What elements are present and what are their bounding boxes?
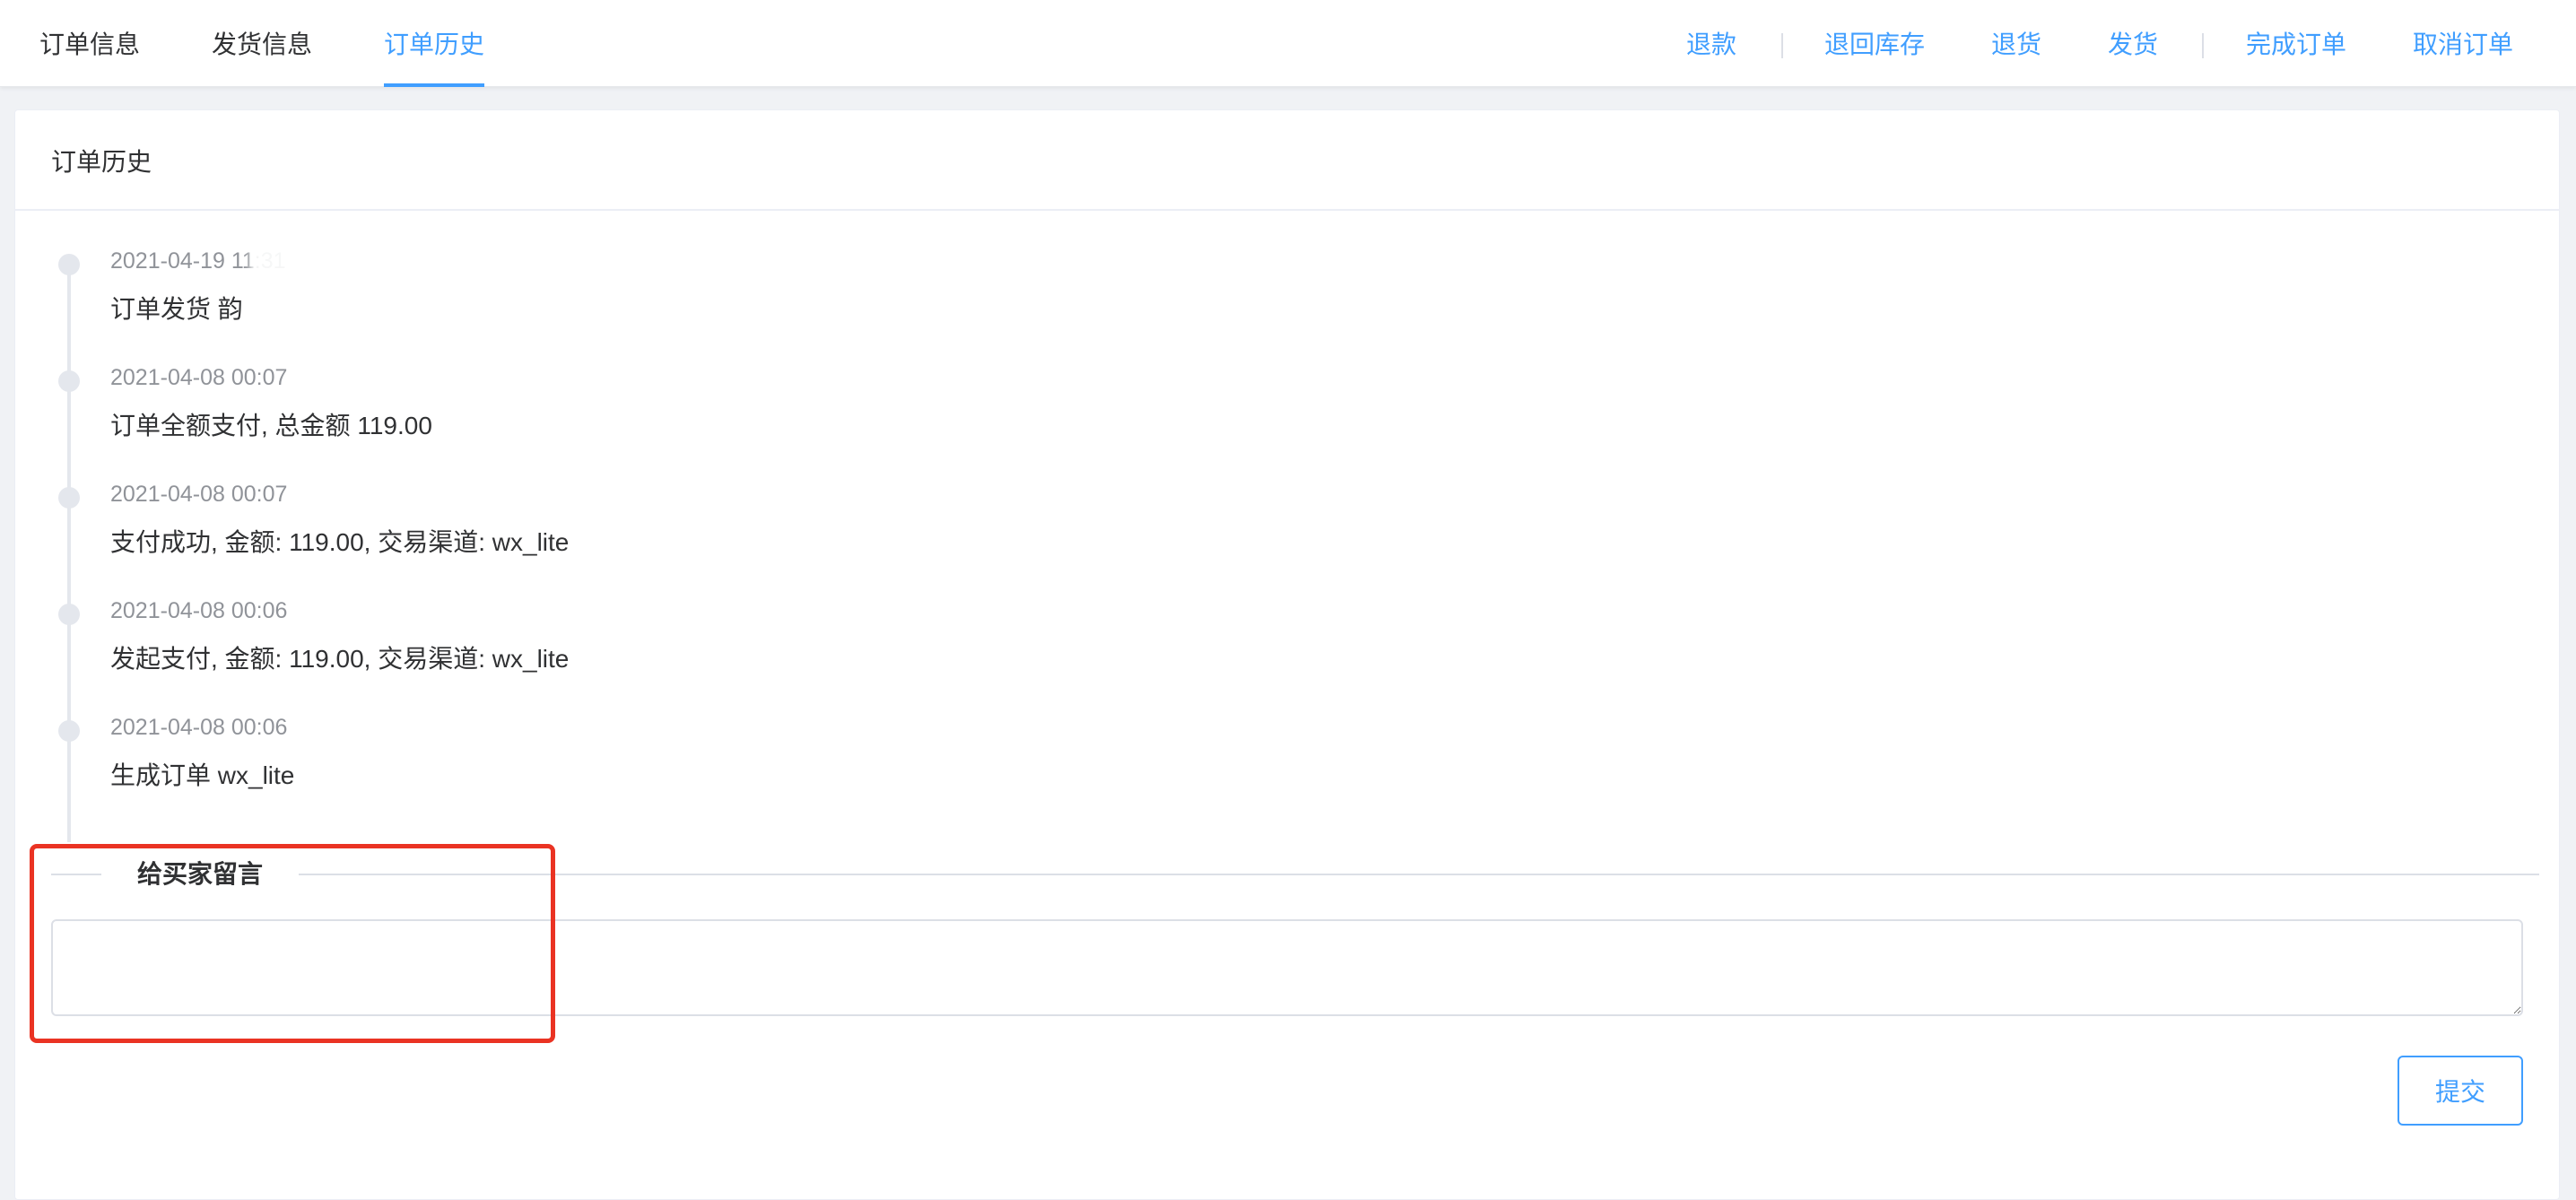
complete-order-button[interactable]: 完成订单 (2246, 0, 2346, 86)
timeline-timestamp: 2021-04-08 00:07 (110, 365, 288, 390)
timeline-dot (58, 604, 80, 625)
tab-order-info[interactable]: 订单信息 (39, 0, 140, 86)
card-title: 订单历史 (51, 148, 152, 176)
timeline-content: 生成订单 wx_lite (110, 761, 295, 789)
tab-order-history[interactable]: 订单历史 (384, 0, 484, 86)
timeline-timestamp: 2021-04-08 00:06 (110, 715, 288, 740)
ship-button[interactable]: 发货 (2108, 0, 2158, 86)
action-divider (2202, 33, 2204, 58)
refund-button[interactable]: 退款 (1686, 0, 1736, 86)
message-divider (51, 874, 2539, 875)
timeline-item: 2021-04-08 00:07 支付成功, 金额: 119.00, 交易渠道:… (15, 482, 1092, 571)
buyer-message-input[interactable] (51, 919, 2523, 1016)
timeline-content: 支付成功, 金额: 119.00, 交易渠道: wx_lite (110, 528, 570, 556)
top-bar: 订单信息 发货信息 订单历史 退款 退回库存 退货 发货 完成订单 取消订单 (0, 0, 2576, 87)
order-history-card: 订单历史 2021-04-19 11:31 订单发货 韵 2021-04-08 … (14, 109, 2560, 1200)
timeline-item: 2021-04-19 11:31 订单发货 韵 (15, 248, 1092, 338)
timeline-content: 订单发货 韵 (110, 295, 243, 323)
return-to-stock-button[interactable]: 退回库存 (1824, 0, 1925, 86)
return-goods-button[interactable]: 退货 (1991, 0, 2041, 86)
timeline-item: 2021-04-08 00:07 订单全额支付, 总金额 119.00 (15, 365, 1092, 455)
timeline-content: 订单全额支付, 总金额 119.00 (110, 412, 432, 439)
timeline-dot (58, 254, 80, 275)
action-divider (1781, 33, 1783, 58)
submit-button[interactable]: 提交 (2398, 1056, 2523, 1126)
timeline-item: 2021-04-08 00:06 生成订单 wx_lite (15, 715, 1092, 804)
cancel-order-button[interactable]: 取消订单 (2413, 0, 2513, 86)
card-header: 订单历史 (15, 110, 2559, 211)
timeline-timestamp: 2021-04-08 00:06 (110, 598, 288, 623)
timeline-dot (58, 487, 80, 509)
tab-shipping-info[interactable]: 发货信息 (212, 0, 312, 86)
timeline-dot (58, 370, 80, 392)
redacted-area (250, 236, 537, 275)
timeline-item: 2021-04-08 00:06 发起支付, 金额: 119.00, 交易渠道:… (15, 598, 1092, 688)
timeline-content: 发起支付, 金额: 119.00, 交易渠道: wx_lite (110, 645, 570, 673)
timeline-dot (58, 720, 80, 742)
timeline-timestamp: 2021-04-08 00:07 (110, 482, 288, 507)
message-section-title: 给买家留言 (101, 855, 300, 891)
active-tab-indicator (384, 83, 484, 87)
